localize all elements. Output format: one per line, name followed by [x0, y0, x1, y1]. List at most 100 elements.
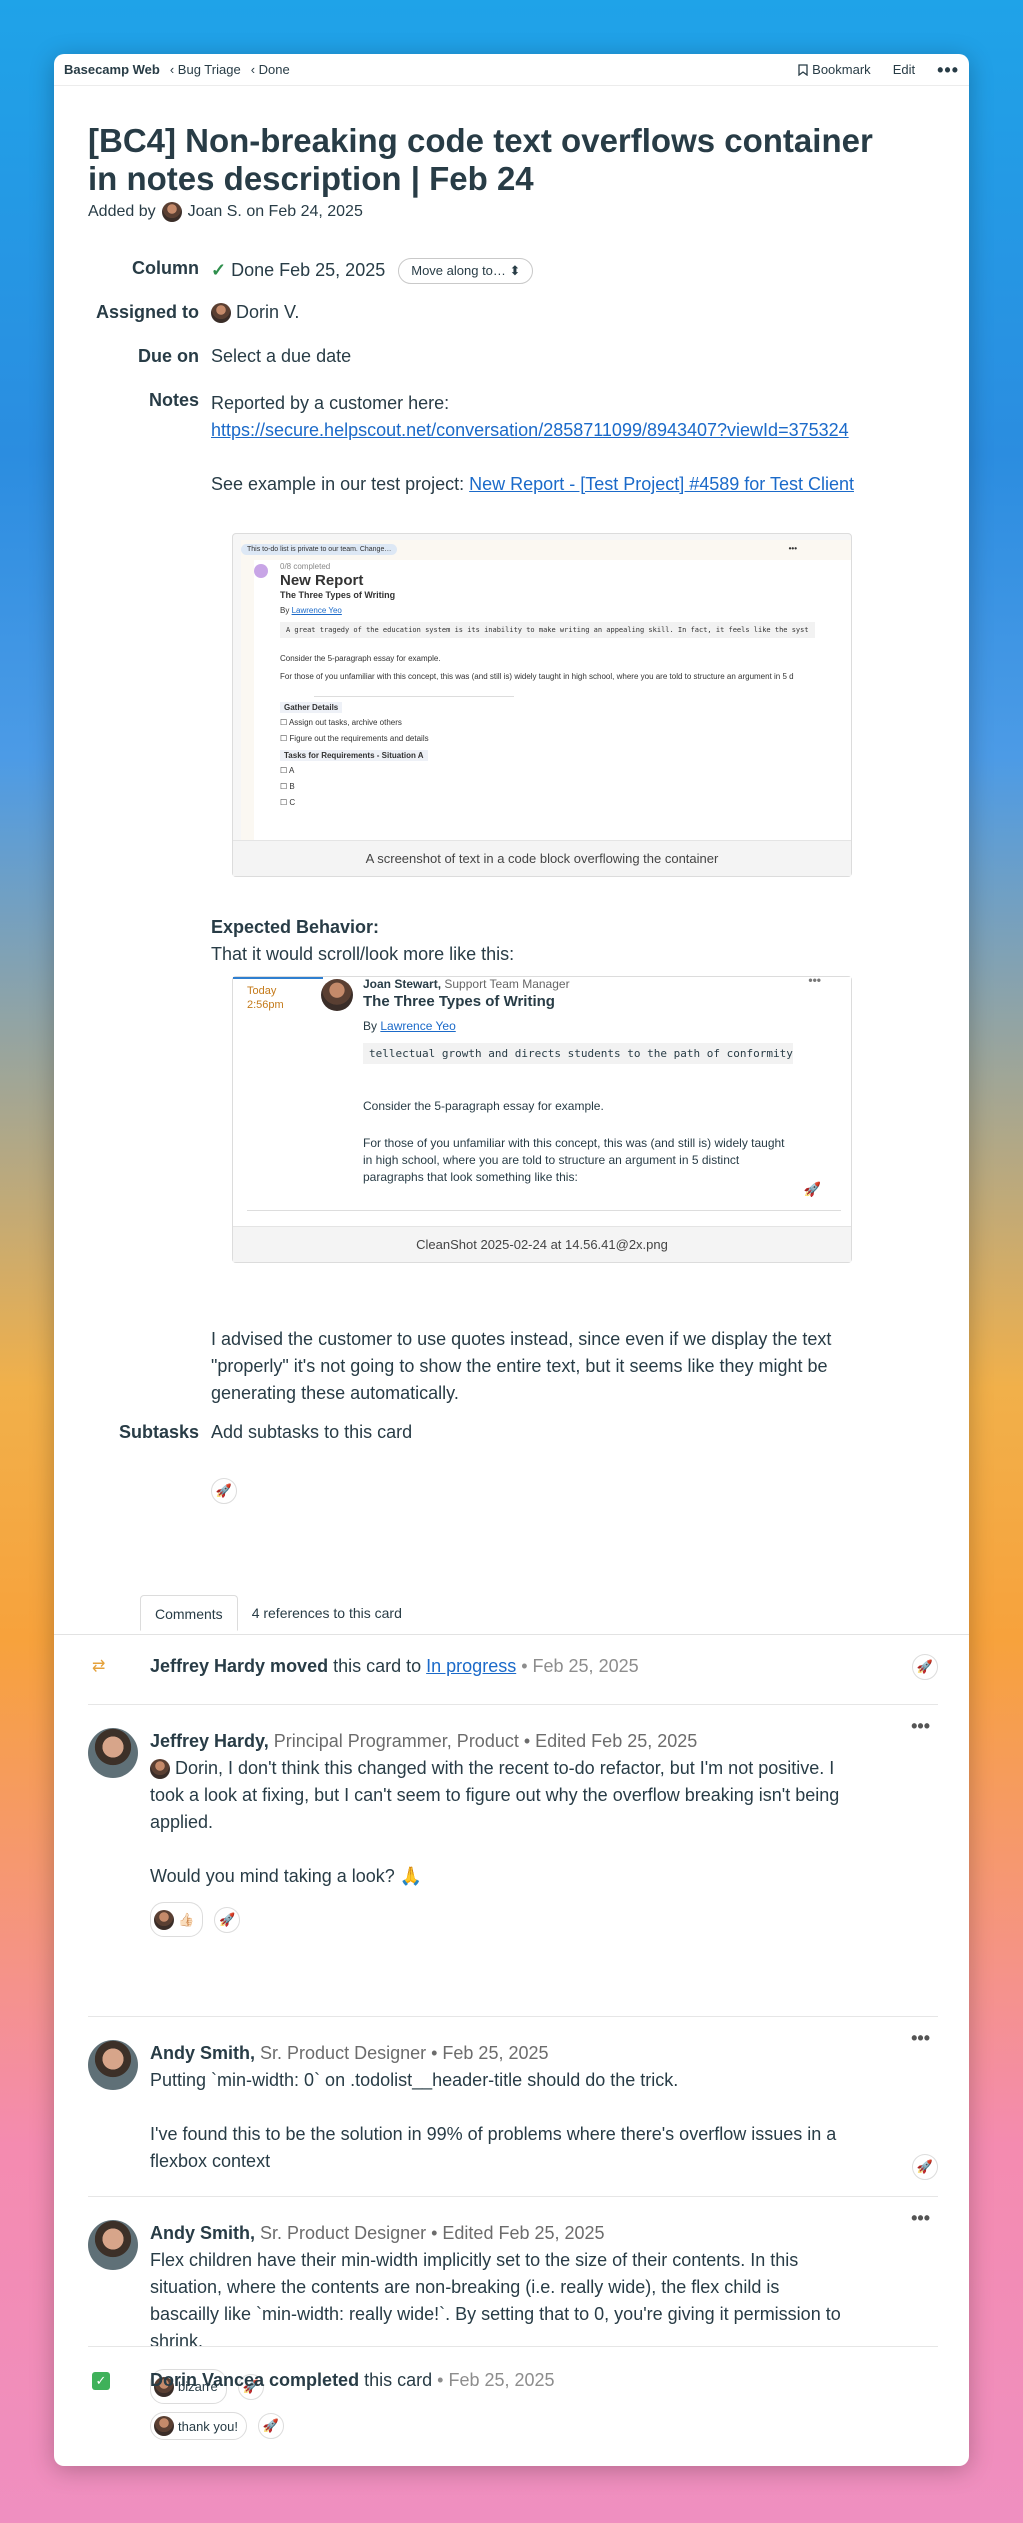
expected-heading: Expected Behavior: — [211, 917, 380, 937]
mock-group: Tasks for Requirements - Situation A — [280, 750, 428, 761]
added-by-text: Joan S. on Feb 24, 2025 — [187, 203, 363, 220]
tab-comments[interactable]: Comments — [140, 1595, 238, 1631]
mock-date: Today — [247, 985, 277, 997]
event-text: this card — [364, 2370, 433, 2390]
progress-pie-icon — [254, 564, 268, 578]
closing-text: I advised the customer to use quotes ins… — [211, 1329, 832, 1403]
event-date: • Feb 25, 2025 — [437, 2370, 555, 2390]
assigned-label: Assigned to — [95, 302, 199, 322]
breadcrumb-column[interactable]: ‹ Done — [251, 62, 290, 77]
comment-author: Andy Smith, — [150, 2043, 256, 2063]
screenshot-caption: A screenshot of text in a code block ove… — [233, 840, 851, 876]
comment-menu-button[interactable]: ••• — [911, 1716, 930, 1737]
mock-by: By — [280, 606, 290, 615]
comment-author: Jeffrey Hardy, — [150, 1731, 269, 1751]
comment: Andy Smith, Sr. Product Designer • Edite… — [88, 2208, 938, 2404]
added-by-line: Added by Joan S. on Feb 24, 2025 — [88, 202, 363, 222]
comment-meta: Sr. Product Designer • Edited Feb 25, 20… — [260, 2223, 605, 2243]
event-date: • Feb 25, 2025 — [521, 1656, 639, 1676]
top-bar: Basecamp Web ‹ Bug Triage ‹ Done Bookmar… — [54, 54, 969, 86]
tabs-divider — [54, 1634, 969, 1635]
helpscout-link[interactable]: https://secure.helpscout.net/conversatio… — [211, 420, 849, 440]
avatar — [321, 979, 353, 1011]
comment-author: Andy Smith, — [150, 2223, 256, 2243]
breadcrumb-project[interactable]: ‹ Bug Triage — [170, 62, 241, 77]
screenshot-caption: CleanShot 2025-02-24 at 14.56.41@2x.png — [233, 1226, 851, 1262]
moved-icon: ⇄ — [92, 1658, 106, 1675]
event-actor: Dorin Vancea completed — [150, 2370, 360, 2390]
screenshot-content: This to-do list is private to our team. … — [241, 540, 851, 840]
add-subtask-input[interactable]: Add subtasks to this card — [211, 1422, 911, 1443]
bookmark-button[interactable]: Bookmark — [798, 62, 871, 77]
bookmark-label: Bookmark — [812, 62, 871, 77]
avatar — [211, 303, 231, 324]
mock-todo: Figure out the requirements and details — [289, 734, 429, 743]
avatar — [88, 2220, 138, 2270]
avatar — [150, 1759, 170, 1780]
mock-todo: C — [289, 798, 296, 807]
screenshot-attachment-2[interactable]: Today 2:56pm Joan Stewart, Support Team … — [232, 976, 852, 1263]
edit-button[interactable]: Edit — [893, 62, 915, 77]
comment-menu-button[interactable]: ••• — [911, 2028, 930, 2049]
mock-code-block: A great tragedy of the education system … — [280, 622, 815, 638]
mock-author-name: Joan Stewart, — [363, 977, 442, 991]
rocket-icon: 🚀 — [803, 1181, 821, 1197]
mock-doc-title: The Three Types of Writing — [363, 993, 555, 1010]
screenshot-attachment-1[interactable]: This to-do list is private to our team. … — [232, 533, 852, 877]
rocket-icon[interactable]: 🚀 — [214, 1906, 241, 1933]
assigned-name: Dorin V. — [236, 302, 300, 322]
comment-text: I've found this to be the solution in 99… — [150, 2124, 837, 2171]
bookmark-icon — [798, 63, 808, 76]
rocket-icon[interactable]: 🚀 — [211, 1478, 237, 1504]
mock-todo: B — [289, 782, 295, 791]
completed-check-icon: ✓ — [92, 2372, 110, 2390]
mock-code-block: tellectual growth and directs students t… — [363, 1043, 793, 1064]
mock-todo: A — [288, 766, 295, 775]
comment-text: Putting `min-width: 0` on .todolist__hea… — [150, 2070, 679, 2090]
reaction-chip[interactable]: 👍🏻 — [150, 1902, 204, 1937]
mock-author: Lawrence Yeo — [380, 1019, 456, 1033]
event-text: this card to — [333, 1656, 422, 1676]
notes-body: Reported by a customer here: https://sec… — [211, 390, 911, 498]
mock-para: For those of you unfamiliar with this co… — [280, 672, 794, 681]
added-by-prefix: Added by — [88, 203, 156, 220]
private-note: This to-do list is private to our team. … — [241, 544, 398, 555]
comment-meta: Principal Programmer, Product • Edited F… — [273, 1731, 698, 1751]
rocket-icon[interactable]: 🚀 — [912, 1654, 938, 1680]
card-panel: Basecamp Web ‹ Bug Triage ‹ Done Bookmar… — [54, 54, 969, 2466]
rocket-icon[interactable]: 🚀 — [258, 2413, 285, 2439]
reaction-label: 👍🏻 — [178, 1912, 195, 1927]
notes-line: Reported by a customer here: — [211, 393, 450, 413]
comment-menu-button[interactable]: ••• — [911, 2208, 930, 2229]
rocket-icon[interactable]: 🚀 — [912, 2154, 938, 2180]
mock-para: For those of you unfamiliar with this co… — [363, 1136, 785, 1184]
comment: Jeffrey Hardy, Principal Programmer, Pro… — [88, 1716, 938, 1937]
column-value-text: Done Feb 25, 2025 — [231, 259, 386, 280]
mock-more-icon: ••• — [788, 544, 797, 553]
mock-doc-title: The Three Types of Writing — [280, 590, 396, 600]
due-date-picker[interactable]: Select a due date — [211, 346, 911, 367]
move-along-button[interactable]: Move along to… ⬍ — [398, 258, 534, 284]
avatar — [161, 202, 182, 222]
tab-references[interactable]: 4 references to this card — [238, 1595, 416, 1631]
in-progress-link[interactable]: In progress — [426, 1656, 516, 1676]
due-label: Due on — [138, 346, 199, 366]
expected-text: That it would scroll/look more like this… — [211, 944, 515, 964]
screenshot-content: Today 2:56pm Joan Stewart, Support Team … — [233, 977, 851, 1226]
test-project-link[interactable]: New Report - [Test Project] #4589 for Te… — [469, 474, 854, 494]
notes-label: Notes — [148, 390, 199, 410]
reaction-chip[interactable]: thank you! — [150, 2412, 247, 2440]
comment-text: Would you mind taking a look? 🙏 — [150, 1866, 423, 1886]
notes-line: See example in our test project: — [211, 474, 465, 494]
breadcrumb-home[interactable]: Basecamp Web — [64, 62, 160, 77]
column-value: ✓ Done Feb 25, 2025 Move along to… ⬍ — [211, 258, 911, 284]
assigned-value[interactable]: Dorin V. — [211, 302, 911, 324]
mock-group: Gather Details — [280, 702, 343, 713]
comment: Andy Smith, Sr. Product Designer • Feb 2… — [88, 2028, 938, 2180]
comment-meta: Sr. Product Designer • Feb 25, 2025 — [260, 2043, 549, 2063]
avatar — [88, 1728, 138, 1778]
subtasks-label: Subtasks — [118, 1422, 199, 1442]
mock-author: Lawrence Yeo — [291, 606, 342, 615]
more-menu-button[interactable]: ••• — [937, 61, 959, 79]
comment-text: Flex children have their min-width impli… — [150, 2250, 841, 2351]
